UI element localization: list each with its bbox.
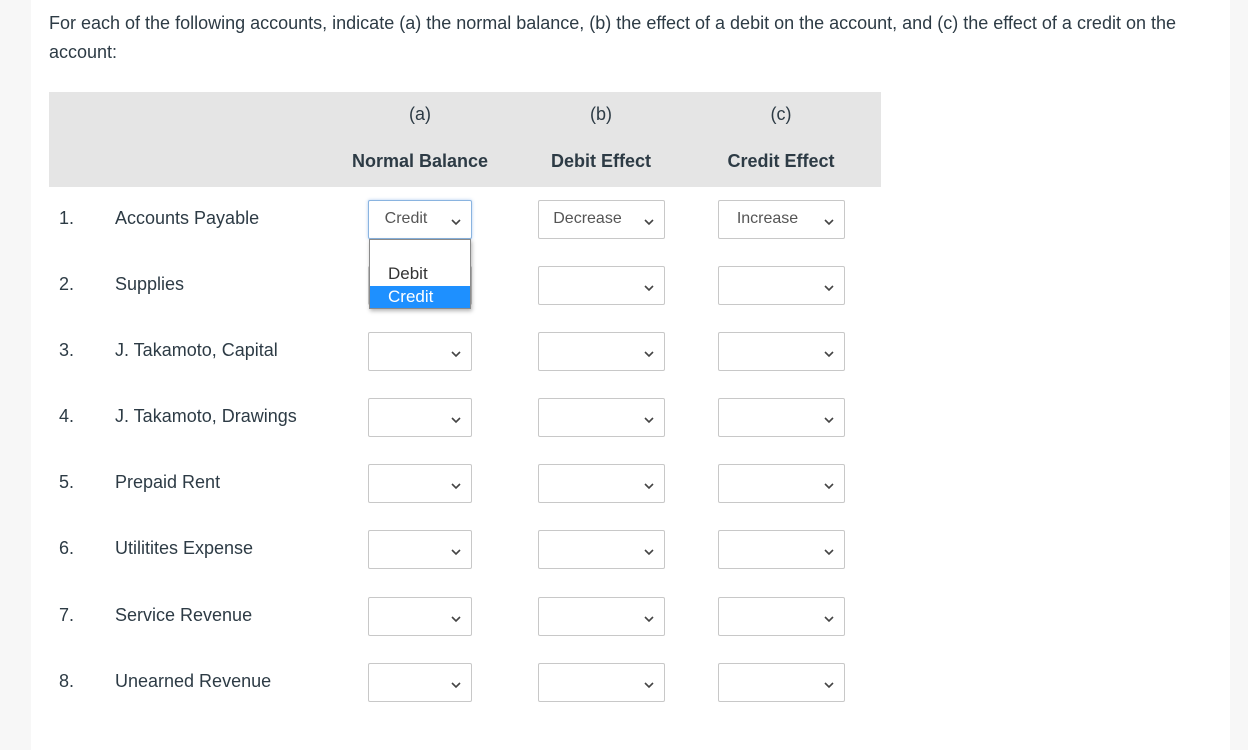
debit-effect-select[interactable] bbox=[538, 663, 665, 702]
selected-value: Decrease bbox=[553, 210, 622, 227]
debit-effect-select[interactable] bbox=[538, 530, 665, 569]
chevron-down-icon bbox=[824, 214, 834, 226]
chevron-down-icon bbox=[824, 611, 834, 623]
credit-effect-select[interactable] bbox=[718, 663, 845, 702]
dropdown-option-debit[interactable]: Debit bbox=[370, 263, 470, 285]
chevron-down-icon bbox=[824, 478, 834, 490]
instructions-text: For each of the following accounts, indi… bbox=[49, 13, 1177, 62]
chevron-down-icon bbox=[451, 544, 461, 556]
column-title: Credit Effect bbox=[727, 151, 835, 171]
row-number: 8. bbox=[59, 671, 75, 691]
column-header-credit-effect: (c) Credit Effect bbox=[701, 92, 861, 187]
column-letter: (a) bbox=[409, 104, 431, 124]
account-name: J. Takamoto, Capital bbox=[115, 340, 278, 360]
debit-effect-select[interactable] bbox=[538, 464, 665, 503]
row-number: 5. bbox=[59, 472, 75, 492]
row-number: 7. bbox=[59, 605, 75, 625]
chevron-down-icon bbox=[644, 412, 654, 424]
row-number: 1. bbox=[59, 208, 75, 228]
debit-effect-select[interactable] bbox=[538, 597, 665, 636]
credit-effect-select[interactable] bbox=[718, 597, 845, 636]
column-header-normal-balance: (a) Normal Balance bbox=[340, 92, 500, 187]
normal-balance-select[interactable] bbox=[368, 597, 472, 636]
credit-effect-select[interactable] bbox=[718, 266, 845, 305]
account-name: Accounts Payable bbox=[115, 208, 260, 228]
normal-balance-dropdown-list[interactable]: Debit Credit bbox=[369, 239, 471, 309]
column-letter: (b) bbox=[590, 104, 612, 124]
chevron-down-icon bbox=[644, 346, 654, 358]
chevron-down-icon bbox=[824, 412, 834, 424]
selected-value: Credit bbox=[384, 210, 428, 227]
chevron-down-icon bbox=[644, 544, 654, 556]
chevron-down-icon bbox=[644, 677, 654, 689]
chevron-down-icon bbox=[451, 346, 461, 358]
account-name: Unearned Revenue bbox=[115, 671, 272, 691]
debit-effect-select[interactable] bbox=[538, 266, 665, 305]
chevron-down-icon bbox=[824, 346, 834, 358]
dropdown-option-blank[interactable] bbox=[370, 240, 470, 262]
row-number: 3. bbox=[59, 340, 75, 360]
account-name: Prepaid Rent bbox=[115, 472, 221, 492]
normal-balance-select[interactable] bbox=[368, 332, 472, 371]
chevron-down-icon bbox=[644, 280, 654, 292]
chevron-down-icon bbox=[824, 677, 834, 689]
column-header-debit-effect: (b) Debit Effect bbox=[521, 92, 681, 187]
chevron-down-icon bbox=[824, 544, 834, 556]
column-title: Debit Effect bbox=[550, 151, 651, 171]
credit-effect-select[interactable] bbox=[718, 332, 845, 371]
normal-balance-select[interactable] bbox=[368, 464, 472, 503]
credit-effect-select[interactable]: Increase bbox=[718, 200, 845, 239]
dropdown-option-credit[interactable]: Credit bbox=[370, 286, 470, 308]
normal-balance-select[interactable] bbox=[368, 530, 472, 569]
credit-effect-select[interactable] bbox=[718, 464, 845, 503]
normal-balance-select[interactable] bbox=[368, 663, 472, 702]
row-number: 4. bbox=[59, 406, 75, 426]
normal-balance-select[interactable]: Credit bbox=[368, 200, 472, 239]
chevron-down-icon bbox=[451, 611, 461, 623]
debit-effect-select[interactable] bbox=[538, 332, 665, 371]
account-name: Supplies bbox=[115, 274, 185, 294]
column-title: Normal Balance bbox=[351, 151, 489, 171]
row-number: 6. bbox=[59, 538, 75, 558]
debit-effect-select[interactable]: Decrease bbox=[538, 200, 665, 239]
column-letter: (c) bbox=[770, 104, 792, 124]
chevron-down-icon bbox=[451, 478, 461, 490]
chevron-down-icon bbox=[451, 677, 461, 689]
chevron-down-icon bbox=[451, 214, 461, 226]
chevron-down-icon bbox=[451, 412, 461, 424]
debit-effect-select[interactable] bbox=[538, 398, 665, 437]
credit-effect-select[interactable] bbox=[718, 398, 845, 437]
normal-balance-select[interactable] bbox=[368, 398, 472, 437]
credit-effect-select[interactable] bbox=[718, 530, 845, 569]
selected-value: Increase bbox=[736, 210, 799, 227]
chevron-down-icon bbox=[644, 478, 654, 490]
chevron-down-icon bbox=[824, 280, 834, 292]
chevron-down-icon bbox=[644, 214, 654, 226]
account-name: J. Takamoto, Drawings bbox=[115, 406, 297, 426]
row-number: 2. bbox=[59, 274, 75, 294]
account-name: Service Revenue bbox=[115, 605, 253, 625]
chevron-down-icon bbox=[644, 611, 654, 623]
account-name: Utilitites Expense bbox=[115, 538, 254, 558]
